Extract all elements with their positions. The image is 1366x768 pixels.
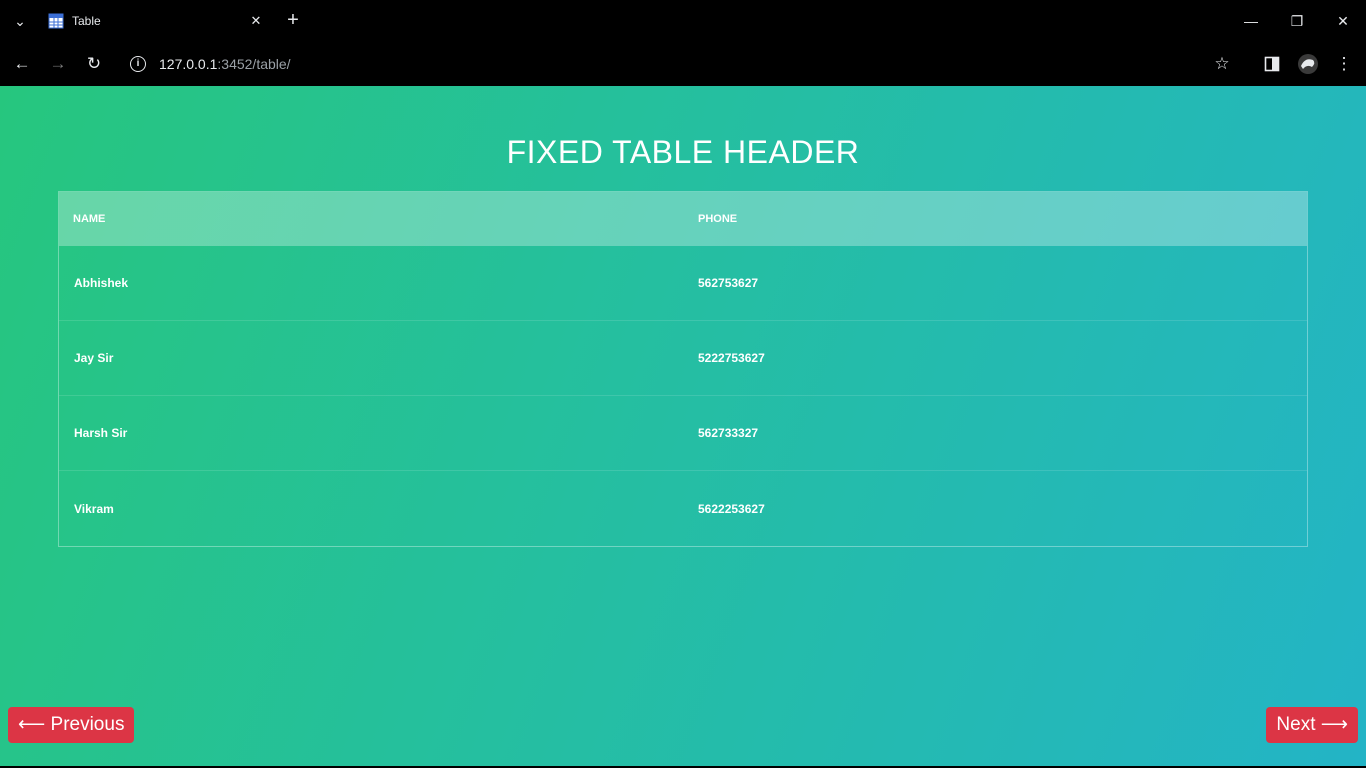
side-panel-icon[interactable] bbox=[1260, 52, 1284, 76]
table-header: NAME PHONE bbox=[59, 192, 1307, 246]
cell-phone: 562733327 bbox=[698, 426, 759, 440]
table-row: Harsh Sir 562733327 bbox=[59, 396, 1307, 471]
info-icon[interactable]: i bbox=[130, 56, 146, 72]
table-favicon-icon bbox=[48, 13, 64, 29]
previous-button[interactable]: ⟵ Previous bbox=[8, 707, 135, 743]
minimize-icon[interactable]: — bbox=[1240, 10, 1262, 32]
column-header-name[interactable]: NAME bbox=[73, 213, 105, 225]
plus-icon[interactable]: + bbox=[283, 10, 303, 30]
column-header-phone[interactable]: PHONE bbox=[698, 213, 737, 225]
browser-tab[interactable]: Table ✕ bbox=[40, 6, 272, 36]
cell-name: Jay Sir bbox=[74, 351, 114, 365]
cell-phone: 562753627 bbox=[698, 276, 759, 290]
url-host: 127.0.0.1 bbox=[159, 56, 218, 72]
table-row: Jay Sir 5222753627 bbox=[59, 321, 1307, 396]
cell-name: Abhishek bbox=[74, 276, 129, 290]
kebab-menu-icon[interactable]: ⋮ bbox=[1332, 52, 1356, 76]
cell-name: Vikram bbox=[74, 501, 114, 516]
arrow-left-icon[interactable]: ← bbox=[10, 52, 34, 76]
data-table: NAME PHONE Abhishek 562753627 Jay Sir 52… bbox=[58, 191, 1308, 547]
table-row: Abhishek 562753627 bbox=[59, 246, 1307, 321]
reload-icon[interactable]: ↻ bbox=[82, 52, 106, 76]
restore-icon[interactable]: ❐ bbox=[1286, 10, 1308, 32]
address-bar[interactable]: i 127.0.0.1:3452/table/ bbox=[120, 48, 1200, 80]
chevron-down-icon[interactable]: ⌄ bbox=[10, 11, 30, 31]
arrow-right-icon[interactable]: → bbox=[46, 52, 70, 76]
avatar-icon[interactable] bbox=[1296, 52, 1320, 76]
page-viewport: FIXED TABLE HEADER NAME PHONE Abhishek 5… bbox=[0, 86, 1366, 766]
close-icon[interactable]: ✕ bbox=[248, 13, 264, 29]
star-icon[interactable]: ☆ bbox=[1210, 52, 1234, 76]
tab-title: Table bbox=[72, 14, 101, 28]
cell-phone: 5222753627 bbox=[698, 351, 765, 365]
browser-tab-bar: ⌄ Table ✕ + — ❐ ✕ bbox=[0, 0, 1366, 42]
cell-name: Harsh Sir bbox=[74, 426, 128, 440]
close-window-icon[interactable]: ✕ bbox=[1332, 10, 1354, 32]
url-path: :3452/table/ bbox=[217, 56, 291, 72]
browser-toolbar: ← → ↻ i 127.0.0.1:3452/table/ ☆ ⋮ bbox=[0, 42, 1366, 86]
cell-phone: 5622253627 bbox=[698, 501, 765, 516]
table-row: Vikram 5622253627 bbox=[59, 471, 1307, 546]
page-title: FIXED TABLE HEADER bbox=[506, 134, 860, 170]
next-button[interactable]: Next ⟶ bbox=[1266, 707, 1358, 743]
